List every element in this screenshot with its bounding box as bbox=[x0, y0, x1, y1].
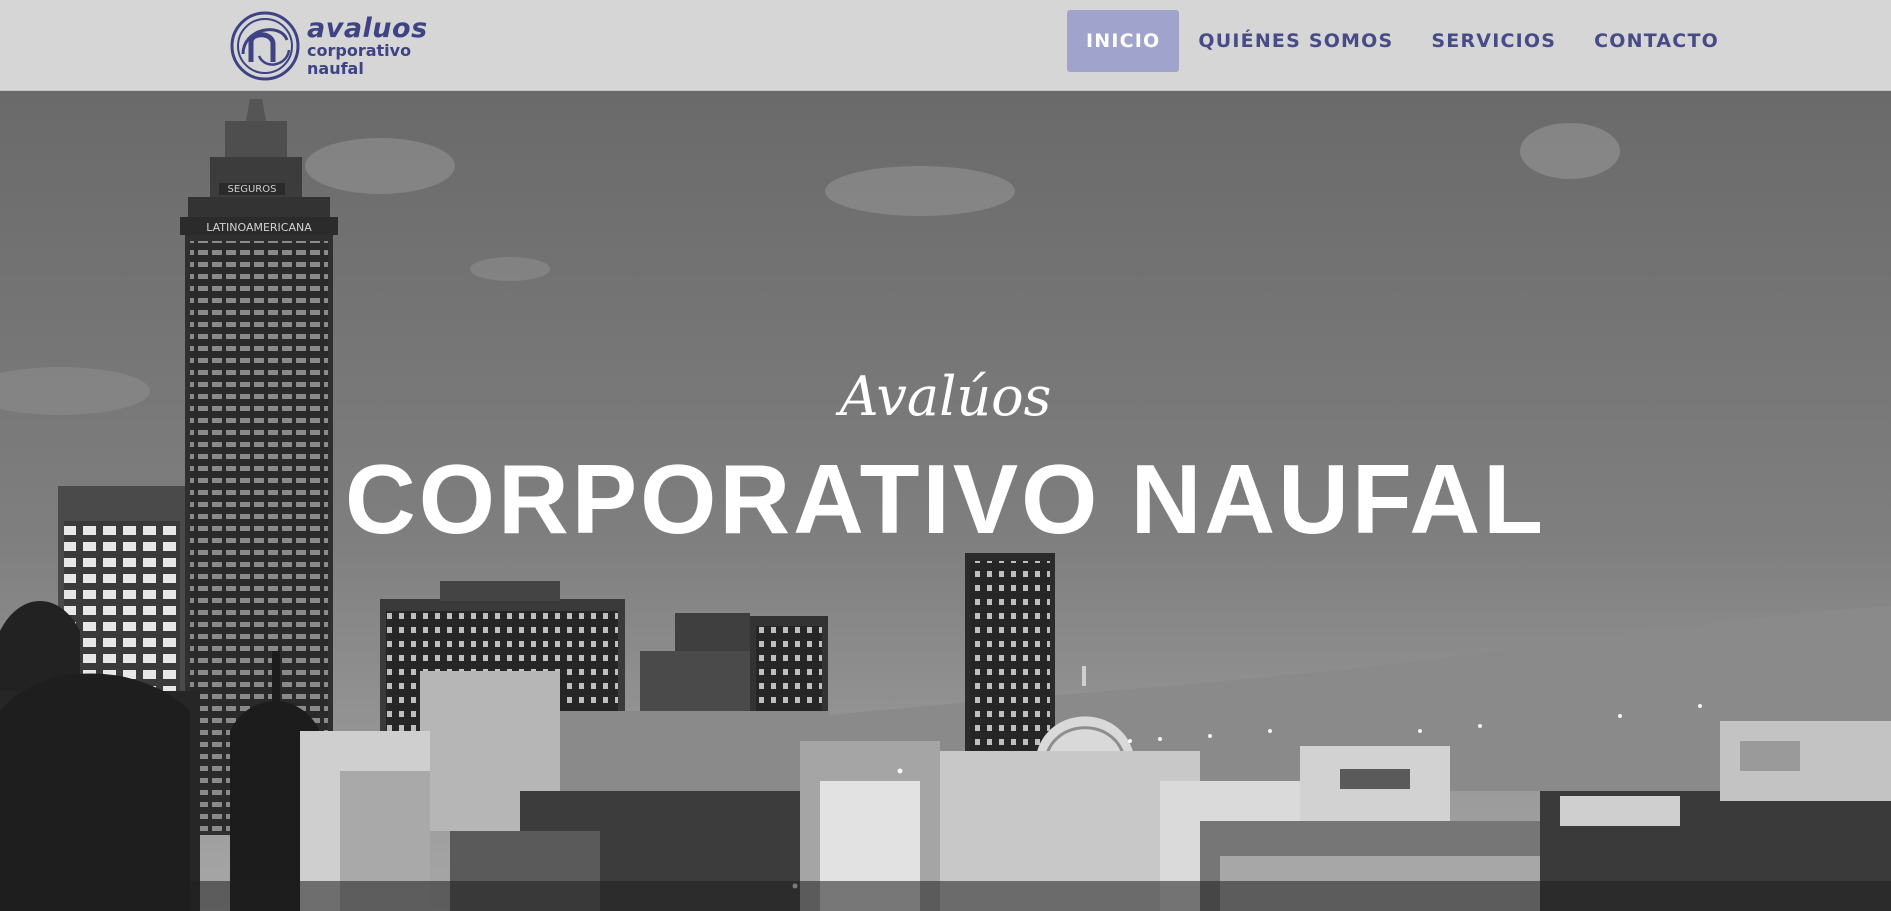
brand-subname: corporativo bbox=[307, 40, 412, 60]
main-nav: INICIO QUIÉNES SOMOS SERVICIOS CONTACTO bbox=[1067, 10, 1738, 72]
hero-heading: Avalúos CORPORATIVO NAUFAL bbox=[0, 91, 1891, 911]
brand-logo[interactable]: avaluos corporativo naufal bbox=[229, 8, 429, 83]
site-header: avaluos corporativo naufal INICIO QUIÉNE… bbox=[0, 0, 1891, 91]
nav-item-quienes-somos[interactable]: QUIÉNES SOMOS bbox=[1179, 10, 1412, 72]
hero-subtitle: Avalúos bbox=[839, 365, 1052, 428]
circular-n-emblem-icon bbox=[230, 11, 300, 80]
brand-wordmark: avaluos corporativo naufal bbox=[307, 15, 428, 77]
nav-item-contacto[interactable]: CONTACTO bbox=[1575, 10, 1738, 72]
hero-section: SEGUROS LATINOAMERICANA Avalúos CORPORAT… bbox=[0, 91, 1891, 911]
hero-title: CORPORATIVO NAUFAL bbox=[345, 444, 1546, 554]
nav-item-servicios[interactable]: SERVICIOS bbox=[1412, 10, 1575, 72]
brand-surname: naufal bbox=[307, 58, 364, 78]
nav-item-inicio[interactable]: INICIO bbox=[1067, 10, 1180, 72]
brand-name: avaluos bbox=[307, 12, 428, 44]
